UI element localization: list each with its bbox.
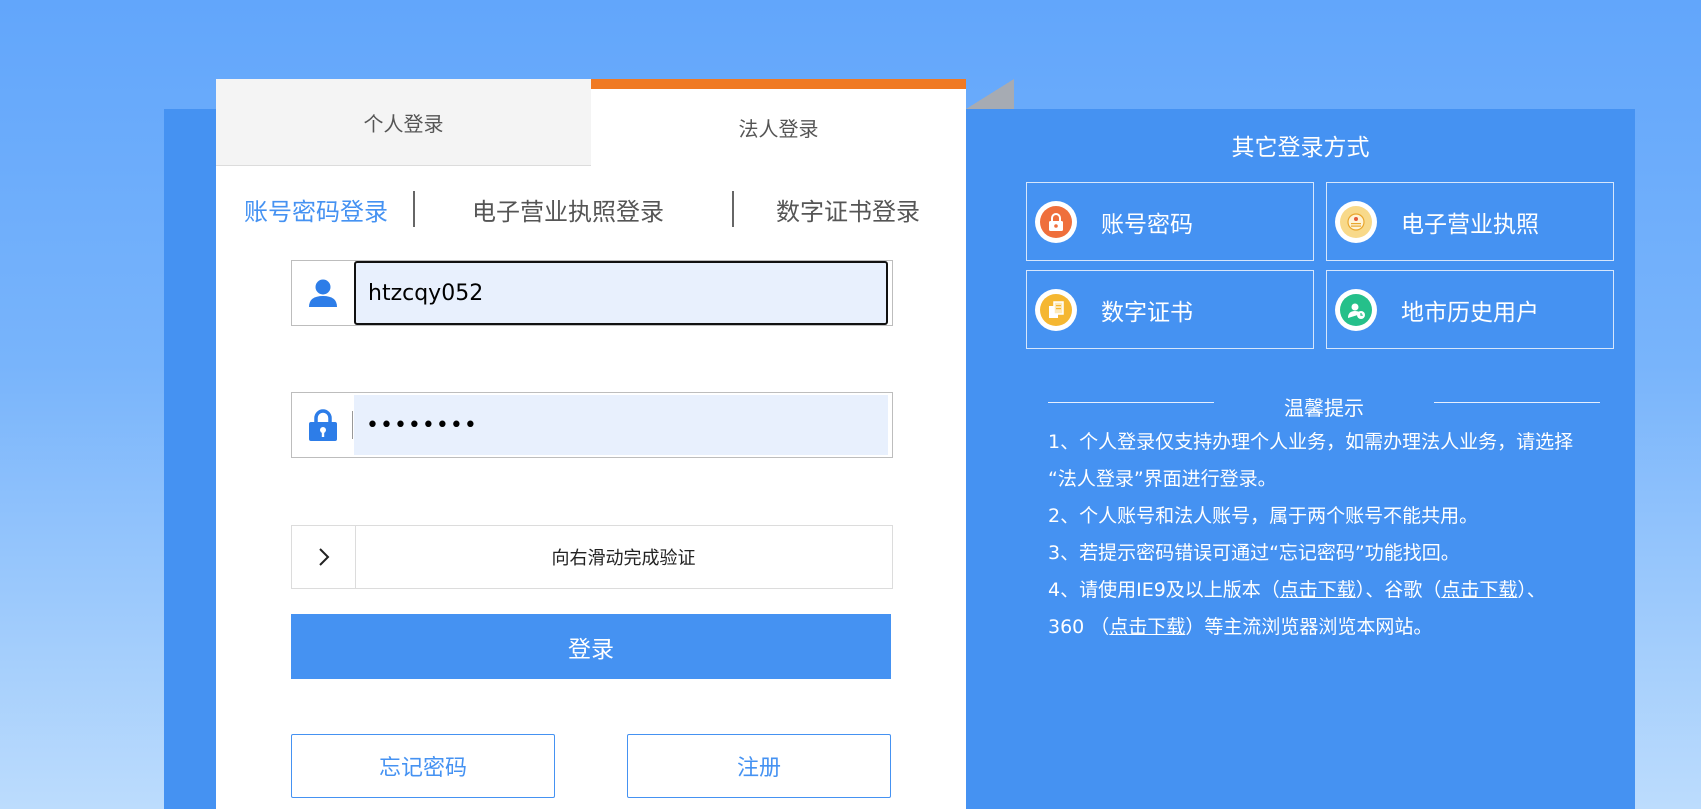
- option-label: 数字证书: [1101, 299, 1193, 326]
- option-label: 地市历史用户: [1401, 299, 1539, 326]
- certificate-icon: [1035, 288, 1077, 331]
- chevron-right-icon: [318, 548, 329, 566]
- tip-line: 360 （点击下载）等主流浏览器浏览本网站。: [1048, 609, 1608, 646]
- login-card: 个人登录 法人登录 账号密码登录 电子营业执照登录 数字证书登录 htzcqy0…: [216, 79, 966, 809]
- subtab-divider: [732, 191, 734, 227]
- download-ie-link[interactable]: 点击下载: [1280, 579, 1356, 601]
- tip-text: ）、: [1517, 579, 1546, 601]
- register-button[interactable]: 注册: [627, 734, 891, 798]
- tip-text: ）等主流浏览器浏览本网站。: [1185, 616, 1433, 638]
- tab-legal-login[interactable]: 法人登录: [591, 79, 966, 166]
- other-login-title: 其它登录方式: [1231, 135, 1370, 161]
- option-digital-certificate[interactable]: 数字证书: [1026, 270, 1314, 349]
- tip-text: 4、请使用IE9及以上版本（: [1048, 579, 1280, 601]
- login-method-tabs: 账号密码登录 电子营业执照登录 数字证书登录: [216, 189, 966, 229]
- login-button[interactable]: 登录: [291, 614, 891, 679]
- username-field: [291, 260, 893, 326]
- history-user-icon: [1335, 288, 1377, 331]
- subtab-business-license[interactable]: 电子营业执照登录: [472, 189, 664, 229]
- option-business-license[interactable]: 电子营业执照: [1326, 182, 1614, 261]
- tip-line: 2、个人账号和法人账号，属于两个账号不能共用。: [1048, 505, 1479, 527]
- option-label: 电子营业执照: [1401, 211, 1539, 238]
- tips-divider-right: [1434, 402, 1600, 403]
- tip-text: 360 （: [1048, 616, 1110, 638]
- tip-line: 4、请使用IE9及以上版本（点击下载）、谷歌（点击下载）、: [1048, 572, 1608, 609]
- subtab-account-password[interactable]: 账号密码登录: [244, 189, 388, 229]
- lock-icon: [1035, 200, 1077, 243]
- forgot-password-button[interactable]: 忘记密码: [291, 734, 555, 798]
- tip-line: 3、若提示密码错误可通过“忘记密码”功能找回。: [1048, 542, 1460, 564]
- license-icon: [1335, 200, 1377, 243]
- slide-verification[interactable]: 向右滑动完成验证: [291, 525, 893, 589]
- subtab-digital-certificate[interactable]: 数字证书登录: [776, 189, 920, 229]
- tip-line: “法人登录”界面进行登录。: [1048, 468, 1277, 490]
- tips-divider-left: [1048, 402, 1214, 403]
- download-360-link[interactable]: 点击下载: [1109, 616, 1185, 638]
- slider-handle[interactable]: [292, 526, 356, 588]
- tip-text: ）、谷歌（: [1355, 579, 1442, 601]
- field-divider: [352, 411, 353, 439]
- lock-icon: [292, 393, 354, 457]
- option-account-password[interactable]: 账号密码: [1026, 182, 1314, 261]
- download-chrome-link[interactable]: 点击下载: [1441, 579, 1517, 601]
- card-fold-corner: [966, 79, 1014, 109]
- slider-instruction: 向右滑动完成验证: [551, 548, 696, 569]
- user-icon: [292, 261, 354, 325]
- password-input[interactable]: [354, 395, 888, 455]
- tip-line: 1、个人登录仅支持办理个人业务，如需办理法人业务，请选择: [1048, 431, 1574, 453]
- tips-content: 1、个人登录仅支持办理个人业务，如需办理法人业务，请选择 “法人登录”界面进行登…: [1048, 424, 1608, 646]
- login-type-tabs: 个人登录 法人登录: [216, 79, 966, 166]
- subtab-divider: [413, 191, 415, 227]
- username-input[interactable]: [354, 261, 888, 325]
- option-history-user[interactable]: 地市历史用户: [1326, 270, 1614, 349]
- tab-personal-login[interactable]: 个人登录: [216, 79, 591, 166]
- password-field: [291, 392, 893, 458]
- tips-heading: 温馨提示: [1284, 396, 1364, 420]
- option-label: 账号密码: [1101, 211, 1193, 238]
